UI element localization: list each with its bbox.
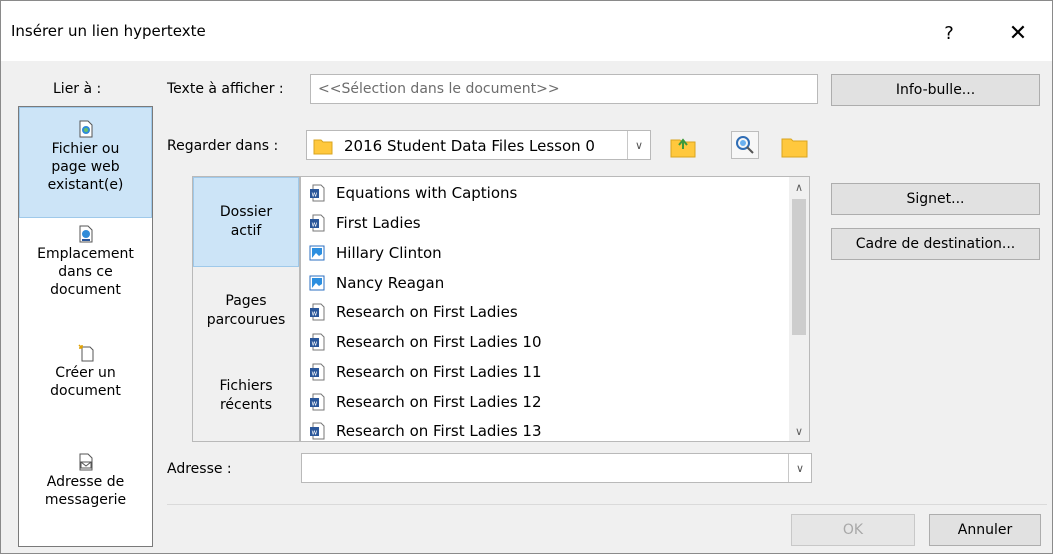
chevron-up-icon[interactable]: ∧ bbox=[789, 177, 809, 197]
file-name: First Ladies bbox=[336, 214, 421, 232]
look-in-label: Regarder dans : bbox=[167, 138, 279, 154]
image-file-icon bbox=[309, 275, 325, 291]
tab-label-line: parcourues bbox=[206, 312, 286, 328]
divider bbox=[167, 504, 1047, 505]
word-document-icon: w bbox=[310, 214, 325, 232]
word-document-icon: w bbox=[310, 422, 325, 440]
nav-item-label-line: document bbox=[50, 282, 121, 298]
image-file-icon bbox=[309, 245, 325, 261]
link-to-label: Lier à : bbox=[53, 81, 102, 97]
up-folder-button[interactable] bbox=[667, 131, 699, 161]
list-item[interactable]: w First Ladies bbox=[309, 209, 421, 237]
vertical-scrollbar[interactable]: ∧ ∨ bbox=[789, 177, 809, 441]
new-document-icon bbox=[77, 344, 93, 362]
title-bar: Insérer un lien hypertexte ? ✕ bbox=[1, 1, 1052, 61]
nav-item-label-line: Fichier ou bbox=[51, 141, 120, 157]
list-item[interactable]: w Research on First Ladies 11 bbox=[309, 358, 542, 386]
email-address-icon bbox=[79, 453, 92, 471]
nav-item-place-in-document[interactable]: Emplacement dans ce document bbox=[19, 225, 152, 299]
target-frame-button[interactable]: Cadre de destination... bbox=[831, 228, 1040, 260]
nav-item-label-line: messagerie bbox=[44, 492, 127, 508]
tab-label-line: Fichiers bbox=[219, 378, 273, 394]
nav-item-label-line: dans ce bbox=[58, 264, 113, 280]
tab-browsed-pages[interactable]: Pages parcourues bbox=[193, 292, 299, 330]
file-name: Research on First Ladies 13 bbox=[336, 422, 542, 440]
svg-text:w: w bbox=[312, 370, 318, 378]
chevron-down-icon[interactable]: ∨ bbox=[788, 454, 811, 482]
file-name: Research on First Ladies 12 bbox=[336, 393, 542, 411]
list-item[interactable]: Hillary Clinton bbox=[309, 239, 442, 267]
browse-web-button[interactable] bbox=[731, 131, 759, 159]
list-item[interactable]: w Research on First Ladies 12 bbox=[309, 388, 542, 416]
word-document-icon: w bbox=[310, 333, 325, 351]
close-button[interactable]: ✕ bbox=[998, 13, 1038, 53]
word-document-icon: w bbox=[310, 184, 325, 202]
browse-web-icon bbox=[736, 136, 754, 154]
look-in-combo[interactable]: 2016 Student Data Files Lesson 0 ∨ bbox=[306, 130, 651, 160]
svg-text:w: w bbox=[312, 400, 318, 408]
help-button[interactable]: ? bbox=[929, 13, 969, 53]
nav-item-label-line: existant(e) bbox=[47, 177, 124, 193]
nav-item-existing-file[interactable]: Fichier ou page web existant(e) bbox=[19, 107, 152, 218]
screentip-button[interactable]: Info-bulle... bbox=[831, 74, 1040, 106]
nav-item-label-line: Adresse de bbox=[46, 474, 125, 490]
look-in-value: 2016 Student Data Files Lesson 0 bbox=[344, 137, 595, 155]
address-label: Adresse : bbox=[167, 461, 232, 477]
list-item[interactable]: Nancy Reagan bbox=[309, 269, 444, 297]
file-list[interactable]: w Equations with Captions w First Ladies… bbox=[300, 176, 810, 442]
nav-item-email-address[interactable]: Adresse de messagerie bbox=[19, 453, 152, 509]
link-to-nav: Fichier ou page web existant(e) Emplacem… bbox=[18, 106, 153, 547]
file-name: Research on First Ladies bbox=[336, 303, 518, 321]
tab-recent-files[interactable]: Fichiers récents bbox=[193, 377, 299, 415]
file-name: Research on First Ladies 11 bbox=[336, 363, 542, 381]
word-document-icon: w bbox=[310, 363, 325, 381]
bookmark-button[interactable]: Signet... bbox=[831, 183, 1040, 215]
svg-text:w: w bbox=[312, 340, 318, 348]
chevron-down-icon[interactable]: ∨ bbox=[789, 421, 809, 441]
tab-current-folder[interactable]: Dossier actif bbox=[193, 177, 299, 267]
text-to-display-label: Texte à afficher : bbox=[167, 81, 284, 97]
tab-label-line: récents bbox=[219, 397, 273, 413]
ok-button[interactable]: OK bbox=[791, 514, 915, 546]
tab-label-line: Pages bbox=[225, 293, 267, 309]
browse-sidetabs: Dossier actif Pages parcourues Fichiers … bbox=[192, 176, 300, 442]
tab-label-line: actif bbox=[230, 223, 262, 239]
file-name: Research on First Ladies 10 bbox=[336, 333, 542, 351]
file-name: Nancy Reagan bbox=[336, 274, 445, 292]
nav-item-label-line: Créer un bbox=[55, 365, 116, 381]
svg-text:w: w bbox=[312, 191, 318, 199]
list-item[interactable]: w Equations with Captions bbox=[309, 179, 517, 207]
svg-text:w: w bbox=[312, 310, 318, 318]
svg-text:w: w bbox=[312, 429, 318, 437]
text-to-display-input[interactable]: <<Sélection dans le document>> bbox=[310, 74, 818, 104]
list-item[interactable]: w Research on First Ladies 10 bbox=[309, 328, 542, 356]
scrollbar-thumb[interactable] bbox=[792, 199, 806, 335]
open-folder-icon bbox=[781, 138, 808, 158]
nav-item-label-line: page web bbox=[51, 159, 120, 175]
insert-hyperlink-dialog: Insérer un lien hypertexte ? ✕ Lier à : … bbox=[0, 0, 1053, 554]
file-name: Hillary Clinton bbox=[336, 244, 442, 262]
address-combo[interactable]: ∨ bbox=[301, 453, 812, 483]
nav-item-label-line: document bbox=[50, 383, 121, 399]
up-one-folder-icon bbox=[670, 138, 696, 158]
dialog-title: Insérer un lien hypertexte bbox=[11, 22, 206, 40]
svg-text:w: w bbox=[312, 221, 318, 229]
word-document-icon: w bbox=[310, 303, 325, 321]
nav-item-new-document[interactable]: Créer un document bbox=[19, 344, 152, 400]
cancel-button[interactable]: Annuler bbox=[929, 514, 1041, 546]
folder-icon bbox=[313, 139, 333, 155]
word-document-icon: w bbox=[310, 393, 325, 411]
file-name: Equations with Captions bbox=[336, 184, 518, 202]
nav-item-label-line: Emplacement bbox=[37, 246, 134, 262]
chevron-down-icon[interactable]: ∨ bbox=[627, 131, 650, 159]
text-to-display-value: <<Sélection dans le document>> bbox=[318, 81, 560, 97]
browse-file-button[interactable] bbox=[779, 131, 811, 161]
list-item[interactable]: w Research on First Ladies bbox=[309, 298, 518, 326]
existing-file-icon bbox=[79, 120, 92, 138]
place-in-document-icon bbox=[79, 225, 92, 243]
tab-label-line: Dossier bbox=[219, 204, 273, 220]
list-item[interactable]: w Research on First Ladies 13 bbox=[309, 417, 542, 441]
